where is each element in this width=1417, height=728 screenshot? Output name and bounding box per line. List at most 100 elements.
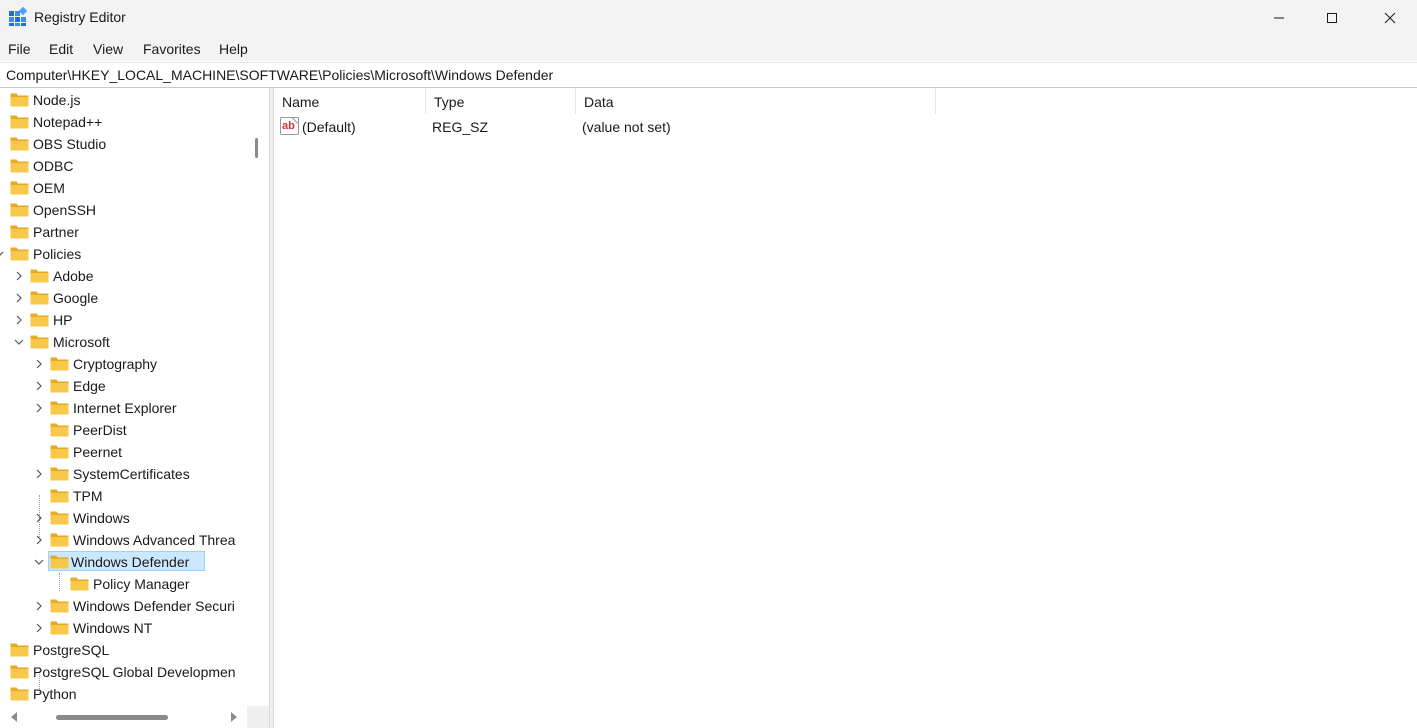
- address-bar[interactable]: Computer\HKEY_LOCAL_MACHINE\SOFTWARE\Pol…: [0, 62, 1417, 88]
- tree-item[interactable]: SystemCertificates: [0, 463, 247, 485]
- tree-item-label[interactable]: Edge: [70, 377, 109, 395]
- tree-item[interactable]: OBS Studio: [0, 133, 247, 155]
- tree-item-label[interactable]: Windows Defender Securi: [70, 597, 238, 615]
- tree-vertical-scroll-thumb[interactable]: [255, 138, 258, 158]
- chevron-down-icon[interactable]: [0, 248, 4, 260]
- tree-item-label[interactable]: OBS Studio: [30, 135, 109, 153]
- menu-file[interactable]: File: [8, 41, 31, 57]
- tree-item[interactable]: PostgreSQL Global Developmen: [0, 661, 247, 683]
- tree-horizontal-scrollbar[interactable]: [0, 706, 247, 728]
- tree-item[interactable]: TPM: [0, 485, 247, 507]
- tree-item-label[interactable]: PeerDist: [70, 421, 130, 439]
- tree-item-label[interactable]: PostgreSQL Global Developmen: [30, 663, 239, 681]
- tree-item[interactable]: HP: [0, 309, 247, 331]
- tree-item-selected[interactable]: Windows Defender: [0, 551, 247, 573]
- tree-item[interactable]: Policy Manager: [0, 573, 247, 595]
- tree-item[interactable]: Windows Advanced Threa: [0, 529, 247, 551]
- chevron-right-icon[interactable]: [34, 600, 44, 612]
- column-header-name[interactable]: Name: [274, 88, 426, 114]
- folder-icon: [70, 577, 89, 591]
- tree-item-label[interactable]: SystemCertificates: [70, 465, 193, 483]
- tree-item-label[interactable]: Google: [50, 289, 101, 307]
- tree-item-label[interactable]: Internet Explorer: [70, 399, 180, 417]
- tree-item-label[interactable]: ODBC: [30, 157, 76, 175]
- chevron-right-icon[interactable]: [14, 314, 24, 326]
- tree-item[interactable]: Node.js: [0, 89, 247, 111]
- tree-item[interactable]: Notepad++: [0, 111, 247, 133]
- column-header-type[interactable]: Type: [426, 88, 576, 114]
- folder-icon: [50, 533, 69, 547]
- svg-text:ab: ab: [282, 120, 295, 132]
- menu-help[interactable]: Help: [219, 41, 248, 57]
- tree-item-label[interactable]: Windows: [70, 509, 133, 527]
- tree-item-label[interactable]: Windows NT: [70, 619, 155, 637]
- window-title: Registry Editor: [34, 9, 126, 25]
- tree-item[interactable]: Google: [0, 287, 247, 309]
- tree-item[interactable]: Microsoft: [0, 331, 247, 353]
- chevron-right-icon[interactable]: [34, 468, 44, 480]
- tree-vertical-scrollbar[interactable]: [247, 88, 269, 706]
- folder-icon: [10, 225, 29, 239]
- tree-item-label[interactable]: PostgreSQL: [30, 641, 112, 659]
- value-row[interactable]: ab (Default) REG_SZ (value not set): [274, 116, 974, 138]
- tree-item[interactable]: Adobe: [0, 265, 247, 287]
- tree-item[interactable]: Python: [0, 683, 247, 705]
- chevron-right-icon[interactable]: [34, 622, 44, 634]
- chevron-right-icon[interactable]: [34, 358, 44, 370]
- tree-item-label[interactable]: Adobe: [50, 267, 96, 285]
- chevron-right-icon[interactable]: [14, 270, 24, 282]
- tree-item-label[interactable]: TPM: [70, 487, 106, 505]
- chevron-right-icon[interactable]: [34, 402, 44, 414]
- chevron-right-icon[interactable]: [14, 292, 24, 304]
- menu-favorites[interactable]: Favorites: [143, 41, 201, 57]
- tree-item[interactable]: PostgreSQL: [0, 639, 247, 661]
- tree-item[interactable]: Peernet: [0, 441, 247, 463]
- tree-item[interactable]: Windows Defender Securi: [0, 595, 247, 617]
- scroll-right-arrow-icon[interactable]: [230, 712, 238, 722]
- minimize-icon: [1274, 17, 1284, 19]
- menu-edit[interactable]: Edit: [49, 41, 73, 57]
- tree-item-label[interactable]: Partner: [30, 223, 82, 241]
- tree-item-label[interactable]: Cryptography: [70, 355, 160, 373]
- maximize-button[interactable]: [1309, 0, 1355, 36]
- chevron-down-icon[interactable]: [14, 336, 24, 348]
- tree-item-label[interactable]: Microsoft: [50, 333, 113, 351]
- tree-item-label[interactable]: OpenSSH: [30, 201, 99, 219]
- tree-item[interactable]: OEM: [0, 177, 247, 199]
- tree-horizontal-scroll-thumb[interactable]: [56, 715, 168, 720]
- scroll-corner: [247, 706, 269, 728]
- tree-item-label[interactable]: Notepad++: [30, 113, 105, 131]
- column-header-data[interactable]: Data: [576, 88, 936, 114]
- tree-item[interactable]: Policies: [0, 243, 247, 265]
- tree-item-label[interactable]: Policy Manager: [90, 575, 193, 593]
- chevron-down-icon[interactable]: [34, 556, 44, 568]
- tree-item-label[interactable]: Windows Defender: [68, 553, 191, 571]
- chevron-right-icon[interactable]: [34, 380, 44, 392]
- tree-item[interactable]: OpenSSH: [0, 199, 247, 221]
- scroll-left-arrow-icon[interactable]: [10, 712, 18, 722]
- tree-item[interactable]: Windows NT: [0, 617, 247, 639]
- tree-item-label[interactable]: Node.js: [30, 91, 83, 109]
- close-button[interactable]: [1367, 0, 1413, 36]
- tree-item-label[interactable]: Policies: [30, 245, 84, 263]
- menu-view[interactable]: View: [93, 41, 123, 57]
- chevron-right-icon[interactable]: [34, 512, 44, 524]
- tree-item[interactable]: Windows: [0, 507, 247, 529]
- address-path[interactable]: Computer\HKEY_LOCAL_MACHINE\SOFTWARE\Pol…: [6, 67, 553, 83]
- tree-item-label[interactable]: Windows Advanced Threa: [70, 531, 238, 549]
- minimize-button[interactable]: [1256, 0, 1302, 36]
- tree-item[interactable]: ODBC: [0, 155, 247, 177]
- tree-item-label[interactable]: HP: [50, 311, 75, 329]
- tree-item[interactable]: Edge: [0, 375, 247, 397]
- tree-item[interactable]: Partner: [0, 221, 247, 243]
- tree-item[interactable]: Internet Explorer: [0, 397, 247, 419]
- tree-item[interactable]: Cryptography: [0, 353, 247, 375]
- folder-icon: [10, 665, 29, 679]
- tree-item-label[interactable]: OEM: [30, 179, 68, 197]
- chevron-right-icon[interactable]: [34, 534, 44, 546]
- tree-item-label[interactable]: Peernet: [70, 443, 125, 461]
- tree-item[interactable]: PeerDist: [0, 419, 247, 441]
- folder-icon: [30, 269, 49, 283]
- list-header: Name Type Data: [274, 88, 936, 114]
- tree-item-label[interactable]: Python: [30, 685, 80, 703]
